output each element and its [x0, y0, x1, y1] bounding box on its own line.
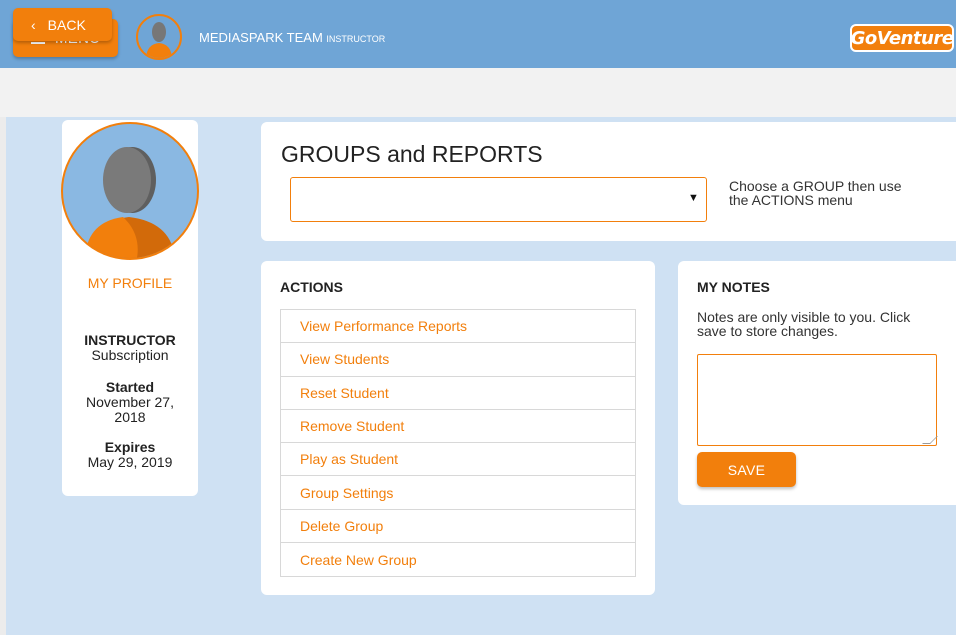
action-remove-student[interactable]: Remove Student	[281, 410, 635, 444]
back-label: BACK	[47, 16, 86, 33]
person-icon	[85, 147, 175, 258]
person-icon	[146, 22, 172, 58]
group-select[interactable]	[290, 177, 707, 222]
left-edge	[0, 117, 6, 635]
dropdown-arrow-icon[interactable]: ▼	[688, 192, 699, 204]
actions-title: ACTIONS	[280, 279, 343, 295]
expires-info: Expires May 29, 2019	[62, 440, 198, 470]
notes-title: MY NOTES	[697, 279, 770, 295]
profile-avatar[interactable]	[61, 122, 199, 260]
started-value-1: November 27,	[86, 394, 174, 410]
plan-type: Subscription	[91, 347, 169, 363]
user-role: INSTRUCTOR	[326, 34, 386, 44]
expires-label: Expires	[104, 439, 156, 455]
notes-hint: Notes are only visible to you. Click sav…	[697, 310, 937, 338]
notes-textarea[interactable]	[697, 354, 937, 446]
my-profile-link[interactable]: MY PROFILE	[62, 275, 198, 291]
started-value-2: 2018	[114, 409, 146, 425]
chevron-left-icon: ‹	[31, 16, 36, 33]
save-button[interactable]: SAVE	[697, 452, 796, 487]
action-view-students[interactable]: View Students	[281, 343, 635, 377]
group-hint: Choose a GROUP then use the ACTIONS menu	[729, 179, 929, 207]
action-view-performance-reports[interactable]: View Performance Reports	[281, 310, 635, 344]
notes-hint-line-2: save to store changes.	[697, 323, 838, 339]
group-hint-line-2: the ACTIONS menu	[729, 192, 853, 208]
logo-text: GoVenture	[850, 27, 954, 49]
action-reset-student[interactable]: Reset Student	[281, 377, 635, 410]
actions-list: View Performance Reports View Students R…	[280, 309, 636, 578]
user-name-text: MEDIASPARK TEAM	[199, 30, 323, 45]
user-name: MEDIASPARK TEAM INSTRUCTOR	[199, 30, 385, 45]
plan-title: INSTRUCTOR	[84, 332, 176, 348]
started-info: Started November 27, 2018	[62, 380, 198, 425]
expires-value: May 29, 2019	[87, 454, 173, 470]
action-create-new-group[interactable]: Create New Group	[281, 543, 635, 576]
action-group-settings[interactable]: Group Settings	[281, 476, 635, 510]
nav-bar	[0, 68, 956, 117]
page-title: GROUPS and REPORTS	[281, 141, 543, 167]
action-play-as-student[interactable]: Play as Student	[281, 443, 635, 477]
action-delete-group[interactable]: Delete Group	[281, 510, 635, 544]
started-label: Started	[105, 379, 155, 395]
goventure-logo: GoVenture	[850, 24, 954, 52]
back-button[interactable]: ‹ BACK	[13, 8, 112, 41]
plan-info: INSTRUCTOR Subscription	[62, 333, 198, 363]
user-avatar[interactable]	[136, 14, 182, 60]
